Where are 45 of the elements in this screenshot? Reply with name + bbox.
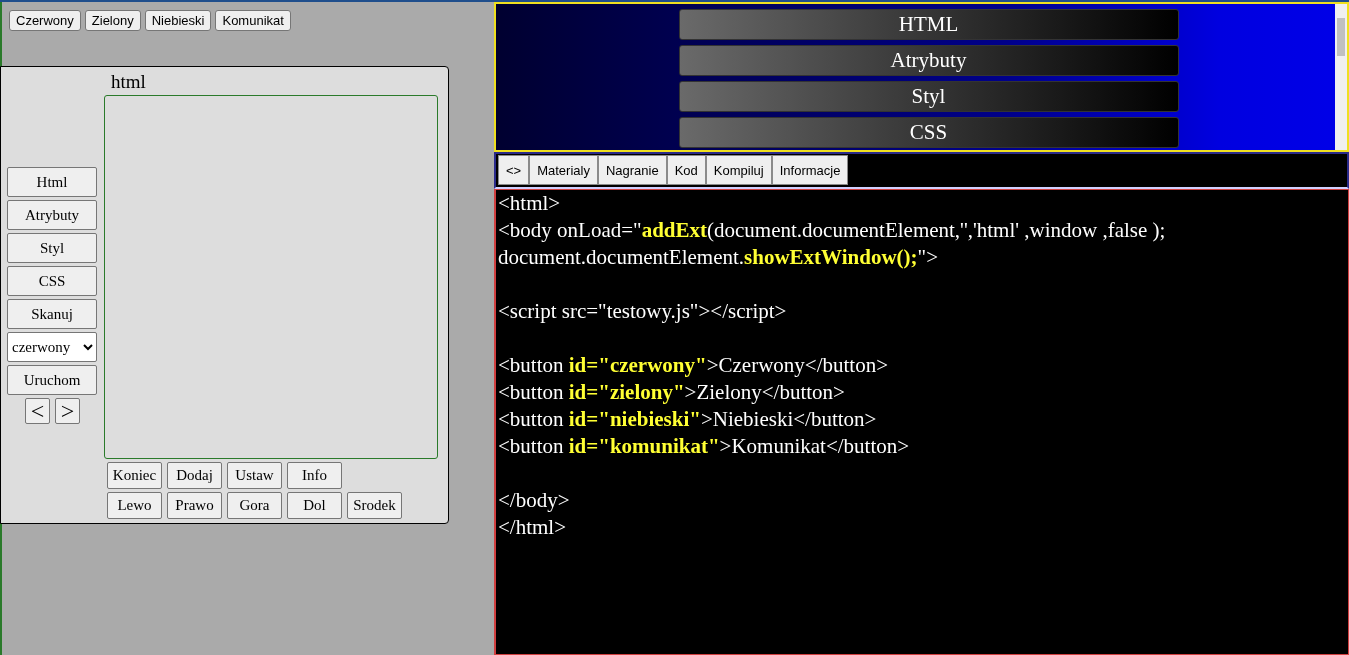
side-button[interactable]: Styl — [7, 233, 97, 263]
color-select[interactable]: czerwony — [7, 332, 97, 362]
code-line: document.documentElement.showExtWindow();"> — [498, 244, 938, 271]
editor-title: html — [110, 70, 147, 94]
menu-item[interactable]: Styl — [678, 81, 1179, 112]
menu-item[interactable]: CSS — [678, 117, 1179, 148]
nav-button[interactable]: > — [55, 398, 80, 424]
menu-item[interactable]: Atrybuty — [678, 45, 1179, 76]
code-line: <button id="zielony">Zielony</button> — [498, 379, 845, 406]
action-button[interactable]: Dodaj — [167, 462, 222, 489]
menu-item[interactable]: HTML — [678, 9, 1179, 40]
action-button[interactable]: Dol — [287, 492, 342, 519]
code-line: <script src="testowy.js"></script> — [498, 298, 787, 325]
nav-button[interactable]: < — [25, 398, 50, 424]
action-button[interactable]: Koniec — [107, 462, 162, 489]
page-button[interactable]: Zielony — [84, 10, 141, 31]
tab[interactable]: Informacje — [771, 155, 849, 185]
page-button[interactable]: Czerwony — [9, 10, 81, 31]
code-line: <button id="niebieski">Niebieski</button> — [498, 406, 877, 433]
page-button[interactable]: Niebieski — [144, 10, 212, 31]
code-line: <body onLoad="addExt(document.documentElement,'','html' ,window ,false ); — [498, 217, 1166, 244]
run-button[interactable]: Uruchom — [7, 365, 97, 395]
code-line: </html> — [498, 514, 567, 541]
scrollbar[interactable] — [1335, 4, 1347, 150]
text-area[interactable] — [104, 95, 438, 459]
code-line: <button id="czerwony">Czerwony</button> — [498, 352, 889, 379]
tab[interactable]: Kod — [666, 155, 706, 185]
code-line: <button id="komunikat">Komunikat</button> — [498, 433, 910, 460]
side-button[interactable]: Html — [7, 167, 97, 197]
tab[interactable]: Materialy — [529, 155, 598, 185]
side-button[interactable]: Atrybuty — [7, 200, 97, 230]
page-button[interactable]: Komunikat — [215, 10, 291, 31]
tab[interactable]: Nagranie — [597, 155, 667, 185]
side-button[interactable]: CSS — [7, 266, 97, 296]
action-button[interactable]: Info — [287, 462, 342, 489]
tab[interactable]: <> — [498, 155, 530, 185]
action-button[interactable]: Gora — [227, 492, 282, 519]
action-button[interactable]: Prawo — [167, 492, 222, 519]
action-button[interactable]: Ustaw — [227, 462, 282, 489]
side-button[interactable]: Skanuj — [7, 299, 97, 329]
tab[interactable]: Kompiluj — [705, 155, 772, 185]
action-button[interactable]: Srodek — [347, 492, 402, 519]
code-line: <html> — [498, 190, 561, 217]
code-line: </body> — [498, 487, 570, 514]
action-button[interactable]: Lewo — [107, 492, 162, 519]
